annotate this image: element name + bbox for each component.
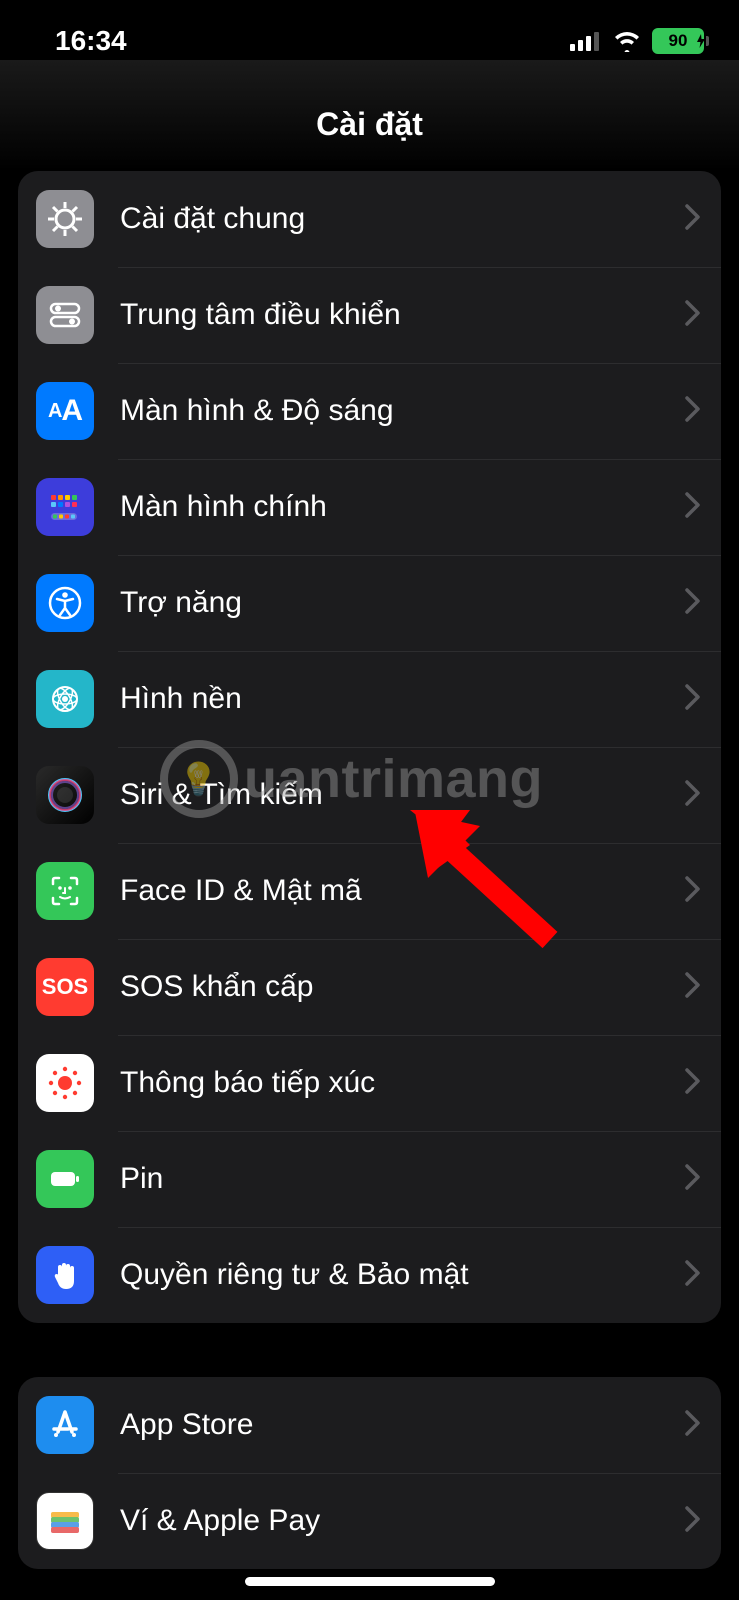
row-label: Hình nền [120,682,685,716]
status-bar: 16:34 90 [0,0,739,60]
chevron-right-icon [685,492,701,523]
chevron-right-icon [685,204,701,235]
row-label: Quyền riêng tư & Bảo mật [120,1258,685,1292]
row-siri-search[interactable]: Siri & Tìm kiếm [18,747,721,843]
chevron-right-icon [685,684,701,715]
row-label: Pin [120,1162,685,1196]
row-label: Màn hình chính [120,490,685,524]
chevron-right-icon [685,876,701,907]
chevron-right-icon [685,1410,701,1441]
home-indicator[interactable] [245,1577,495,1586]
row-control-center[interactable]: Trung tâm điều khiển [18,267,721,363]
chevron-right-icon [685,396,701,427]
chevron-right-icon [685,1506,701,1537]
chevron-right-icon [685,1164,701,1195]
wallet-icon [36,1492,94,1550]
row-label: Ví & Apple Pay [120,1504,685,1538]
chevron-right-icon [685,972,701,1003]
exposure-icon [36,1054,94,1112]
appstore-icon [36,1396,94,1454]
chevron-right-icon [685,1260,701,1291]
row-label: Màn hình & Độ sáng [120,394,685,428]
row-label: Thông báo tiếp xúc [120,1066,685,1100]
sos-icon: SOS [36,958,94,1016]
settings-content: Cài đặt chung Trung tâm điều khiển AA Mà… [0,171,739,1569]
status-right: 90 [570,28,709,54]
row-label: Siri & Tìm kiếm [120,778,685,812]
row-label: App Store [120,1408,685,1442]
battery-icon [36,1150,94,1208]
siri-icon [36,766,94,824]
row-label: SOS khẩn cấp [120,970,685,1004]
row-display-brightness[interactable]: AA Màn hình & Độ sáng [18,363,721,459]
chevron-right-icon [685,1068,701,1099]
chevron-right-icon [685,588,701,619]
control-center-icon [36,286,94,344]
privacy-icon [36,1246,94,1304]
row-label: Face ID & Mật mã [120,874,685,908]
cellular-signal-icon [570,31,602,51]
faceid-icon [36,862,94,920]
battery-percent: 90 [669,31,688,51]
row-accessibility[interactable]: Trợ năng [18,555,721,651]
row-faceid-passcode[interactable]: Face ID & Mật mã [18,843,721,939]
row-emergency-sos[interactable]: SOS SOS khẩn cấp [18,939,721,1035]
gear-icon [36,190,94,248]
row-exposure-notifications[interactable]: Thông báo tiếp xúc [18,1035,721,1131]
row-label: Cài đặt chung [120,202,685,236]
row-wallpaper[interactable]: Hình nền [18,651,721,747]
row-wallet-applepay[interactable]: Ví & Apple Pay [18,1473,721,1569]
row-label: Trung tâm điều khiển [120,298,685,332]
row-battery[interactable]: Pin [18,1131,721,1227]
page-title: Cài đặt [0,60,739,171]
row-privacy-security[interactable]: Quyền riêng tư & Bảo mật [18,1227,721,1323]
display-icon: AA [36,382,94,440]
settings-group-apps: App Store Ví & Apple Pay [18,1377,721,1569]
battery-indicator: 90 [652,28,709,54]
wifi-icon [612,30,642,52]
wallpaper-icon [36,670,94,728]
row-home-screen[interactable]: Màn hình chính [18,459,721,555]
status-time: 16:34 [55,25,127,57]
row-app-store[interactable]: App Store [18,1377,721,1473]
chevron-right-icon [685,300,701,331]
row-label: Trợ năng [120,586,685,620]
chevron-right-icon [685,780,701,811]
home-screen-icon [36,478,94,536]
accessibility-icon [36,574,94,632]
row-general[interactable]: Cài đặt chung [18,171,721,267]
settings-group-main: Cài đặt chung Trung tâm điều khiển AA Mà… [18,171,721,1323]
